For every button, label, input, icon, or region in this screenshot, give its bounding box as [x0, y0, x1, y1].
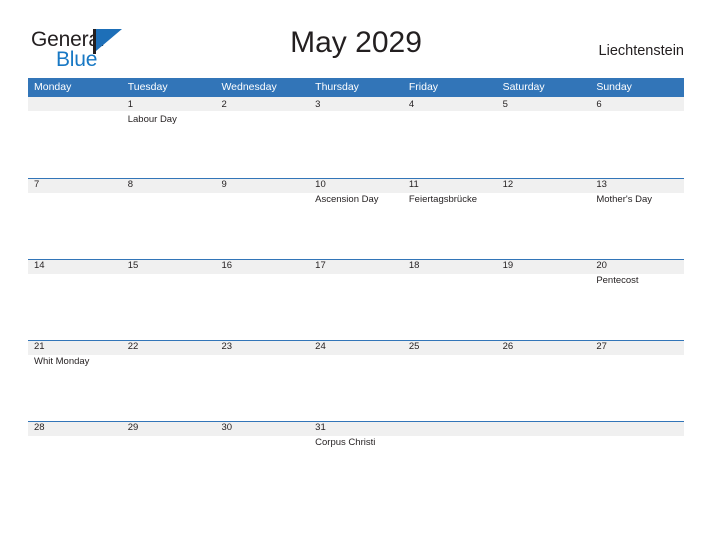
day-cell[interactable]: 14 — [28, 259, 122, 340]
day-cell[interactable]: 31 Corpus Christi — [309, 421, 403, 502]
day-event: Ascension Day — [315, 194, 379, 205]
day-number: 12 — [502, 179, 514, 190]
weekday-header-sunday: Sunday — [596, 81, 632, 93]
day-number: 26 — [502, 341, 514, 352]
day-number: 3 — [315, 99, 321, 110]
day-event: Corpus Christi — [315, 437, 376, 448]
day-event: Whit Monday — [34, 356, 90, 367]
day-number: 5 — [502, 99, 508, 110]
day-number: 22 — [127, 341, 139, 352]
day-cell[interactable] — [403, 421, 497, 502]
day-cell[interactable]: 22 — [122, 340, 216, 421]
day-number: 7 — [34, 179, 40, 190]
day-event: Feiertagsbrücke — [408, 194, 477, 205]
day-cell[interactable]: 28 — [28, 421, 122, 502]
day-cell[interactable]: 19 — [497, 259, 591, 340]
weekday-header-thursday: Thursday — [315, 81, 359, 93]
day-number: 8 — [127, 179, 134, 190]
day-cell[interactable]: 5 — [497, 97, 591, 178]
day-cell[interactable] — [497, 421, 591, 502]
day-number: 18 — [408, 260, 420, 271]
day-number: 14 — [34, 260, 45, 271]
day-number: 28 — [34, 422, 45, 433]
day-number: 30 — [221, 422, 233, 433]
day-number: 16 — [221, 260, 233, 271]
day-cell[interactable]: 24 — [309, 340, 403, 421]
day-number: 25 — [408, 341, 420, 352]
day-cell[interactable]: 12 — [497, 178, 591, 259]
day-number: 13 — [596, 179, 607, 190]
day-number: 21 — [34, 341, 45, 352]
day-cell[interactable]: 16 — [215, 259, 309, 340]
day-cell[interactable]: 9 — [215, 178, 309, 259]
day-number: 19 — [502, 260, 514, 271]
weekday-header-tuesday: Tuesday — [127, 81, 168, 93]
week-row: 7 8 9 10 Ascension Day 11 Feiertagsbrück… — [28, 178, 684, 259]
weekday-header-friday: Friday — [408, 81, 439, 93]
day-event: Mother's Day — [596, 194, 652, 205]
day-cell[interactable]: 6 — [590, 97, 684, 178]
day-number: 2 — [221, 99, 227, 110]
day-number: 1 — [127, 99, 134, 110]
day-number: 23 — [221, 341, 233, 352]
day-cell[interactable]: 7 — [28, 178, 122, 259]
day-cell[interactable]: 27 — [590, 340, 684, 421]
day-cell[interactable]: 11 Feiertagsbrücke — [403, 178, 497, 259]
day-number: 17 — [315, 260, 326, 271]
day-number: 20 — [596, 260, 607, 271]
day-number: 27 — [596, 341, 607, 352]
week-row: 1 Labour Day 2 3 4 5 6 — [28, 97, 684, 178]
day-cell[interactable]: 20 Pentecost — [590, 259, 684, 340]
day-number: 4 — [408, 99, 415, 110]
weekday-header-monday: Monday — [34, 81, 72, 93]
day-number: 24 — [315, 341, 326, 352]
day-number: 6 — [596, 99, 602, 110]
week-row: 28 29 30 31 Corpus Christi — [28, 421, 684, 502]
day-cell[interactable]: 29 — [122, 421, 216, 502]
day-number: 29 — [127, 422, 139, 433]
calendar-grid: Monday Tuesday Wednesday Thursday Friday… — [28, 78, 684, 502]
weekday-header-saturday: Saturday — [502, 81, 545, 93]
day-cell[interactable]: 23 — [215, 340, 309, 421]
day-cell[interactable] — [590, 421, 684, 502]
day-cell[interactable]: 13 Mother's Day — [590, 178, 684, 259]
day-cell[interactable]: 8 — [122, 178, 216, 259]
day-cell[interactable]: 21 Whit Monday — [28, 340, 122, 421]
day-cell[interactable]: 3 — [309, 97, 403, 178]
weekday-header-row: Monday Tuesday Wednesday Thursday Friday… — [28, 78, 684, 97]
country-label: Liechtenstein — [598, 43, 684, 59]
calendar-page: General Blue May 2029 Liechtenstein Mond… — [0, 0, 712, 550]
day-cell[interactable]: 15 — [122, 259, 216, 340]
week-row: 21 Whit Monday 22 23 24 25 26 27 — [28, 340, 684, 421]
day-cell[interactable]: 4 — [403, 97, 497, 178]
day-number: 11 — [408, 179, 419, 190]
day-number: 10 — [315, 179, 326, 190]
day-event: Pentecost — [596, 275, 639, 286]
day-cell[interactable]: 26 — [497, 340, 591, 421]
day-cell[interactable]: 30 — [215, 421, 309, 502]
day-cell[interactable] — [28, 97, 122, 178]
day-cell[interactable]: 1 Labour Day — [122, 97, 216, 178]
day-number: 15 — [127, 260, 139, 271]
day-number: 31 — [315, 422, 326, 433]
day-cell[interactable]: 17 — [309, 259, 403, 340]
day-cell[interactable]: 10 Ascension Day — [309, 178, 403, 259]
day-event: Labour Day — [127, 114, 177, 125]
week-row: 14 15 16 17 18 19 20 Pentecost — [28, 259, 684, 340]
day-cell[interactable]: 2 — [215, 97, 309, 178]
page-header: General Blue May 2029 Liechtenstein — [0, 0, 712, 76]
weekday-header-wednesday: Wednesday — [221, 81, 277, 93]
day-number: 9 — [221, 179, 227, 190]
day-cell[interactable]: 18 — [403, 259, 497, 340]
day-cell[interactable]: 25 — [403, 340, 497, 421]
